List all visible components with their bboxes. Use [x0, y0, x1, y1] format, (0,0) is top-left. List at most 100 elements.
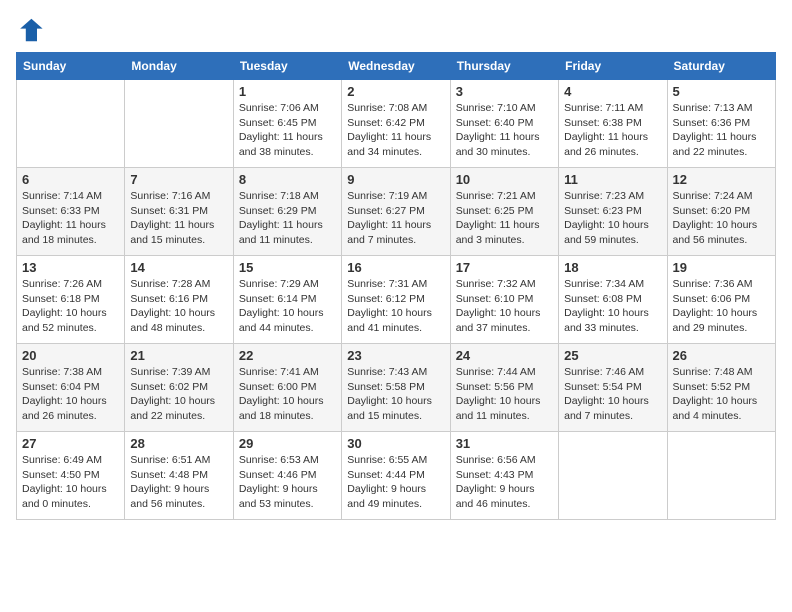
day-number: 29	[239, 436, 336, 451]
day-detail: Sunrise: 7:44 AM Sunset: 5:56 PM Dayligh…	[456, 365, 553, 424]
calendar-week-row: 6 Sunrise: 7:14 AM Sunset: 6:33 PM Daylig…	[17, 168, 776, 256]
col-header-wednesday: Wednesday	[342, 53, 450, 80]
calendar-week-row: 20 Sunrise: 7:38 AM Sunset: 6:04 PM Dayli…	[17, 344, 776, 432]
day-number: 3	[456, 84, 553, 99]
day-detail: Sunrise: 7:38 AM Sunset: 6:04 PM Dayligh…	[22, 365, 119, 424]
col-header-thursday: Thursday	[450, 53, 558, 80]
calendar-cell: 14 Sunrise: 7:28 AM Sunset: 6:16 PM Dayli…	[125, 256, 233, 344]
calendar-cell: 6 Sunrise: 7:14 AM Sunset: 6:33 PM Daylig…	[17, 168, 125, 256]
calendar-week-row: 27 Sunrise: 6:49 AM Sunset: 4:50 PM Dayli…	[17, 432, 776, 520]
col-header-saturday: Saturday	[667, 53, 775, 80]
day-number: 25	[564, 348, 661, 363]
day-detail: Sunrise: 7:16 AM Sunset: 6:31 PM Dayligh…	[130, 189, 227, 248]
calendar-cell: 26Sunrise: 7:48 AM Sunset: 5:52 PM Dayli…	[667, 344, 775, 432]
page-header	[16, 16, 776, 44]
day-detail: Sunrise: 7:48 AM Sunset: 5:52 PM Dayligh…	[673, 365, 770, 424]
day-detail: Sunrise: 7:41 AM Sunset: 6:00 PM Dayligh…	[239, 365, 336, 424]
calendar-table: SundayMondayTuesdayWednesdayThursdayFrid…	[16, 52, 776, 520]
calendar-cell: 31 Sunrise: 6:56 AM Sunset: 4:43 PM Dayli…	[450, 432, 558, 520]
col-header-tuesday: Tuesday	[233, 53, 341, 80]
logo	[16, 16, 48, 44]
day-detail: Sunrise: 7:34 AM Sunset: 6:08 PM Dayligh…	[564, 277, 661, 336]
calendar-cell: 30Sunrise: 6:55 AM Sunset: 4:44 PM Dayli…	[342, 432, 450, 520]
calendar-cell: 4 Sunrise: 7:11 AM Sunset: 6:38 PM Daylig…	[559, 80, 667, 168]
calendar-cell: 28 Sunrise: 6:51 AM Sunset: 4:48 PM Dayli…	[125, 432, 233, 520]
day-number: 19	[673, 260, 770, 275]
day-number: 14	[130, 260, 227, 275]
calendar-cell: 8Sunrise: 7:18 AM Sunset: 6:29 PM Daylig…	[233, 168, 341, 256]
day-number: 6	[22, 172, 119, 187]
day-detail: Sunrise: 7:31 AM Sunset: 6:12 PM Dayligh…	[347, 277, 444, 336]
day-number: 10	[456, 172, 553, 187]
calendar-cell: 21 Sunrise: 7:39 AM Sunset: 6:02 PM Dayli…	[125, 344, 233, 432]
day-number: 16	[347, 260, 444, 275]
day-number: 24	[456, 348, 553, 363]
calendar-cell	[125, 80, 233, 168]
day-detail: Sunrise: 7:29 AM Sunset: 6:14 PM Dayligh…	[239, 277, 336, 336]
day-detail: Sunrise: 7:21 AM Sunset: 6:25 PM Dayligh…	[456, 189, 553, 248]
day-number: 4	[564, 84, 661, 99]
day-number: 31	[456, 436, 553, 451]
calendar-cell	[17, 80, 125, 168]
calendar-cell: 9 Sunrise: 7:19 AM Sunset: 6:27 PM Daylig…	[342, 168, 450, 256]
calendar-cell: 11 Sunrise: 7:23 AM Sunset: 6:23 PM Dayli…	[559, 168, 667, 256]
calendar-cell: 1Sunrise: 7:06 AM Sunset: 6:45 PM Daylig…	[233, 80, 341, 168]
day-detail: Sunrise: 7:24 AM Sunset: 6:20 PM Dayligh…	[673, 189, 770, 248]
day-detail: Sunrise: 7:46 AM Sunset: 5:54 PM Dayligh…	[564, 365, 661, 424]
day-detail: Sunrise: 7:19 AM Sunset: 6:27 PM Dayligh…	[347, 189, 444, 248]
day-detail: Sunrise: 6:51 AM Sunset: 4:48 PM Dayligh…	[130, 453, 227, 512]
calendar-cell: 22Sunrise: 7:41 AM Sunset: 6:00 PM Dayli…	[233, 344, 341, 432]
calendar-cell: 3Sunrise: 7:10 AM Sunset: 6:40 PM Daylig…	[450, 80, 558, 168]
day-number: 13	[22, 260, 119, 275]
calendar-cell: 12 Sunrise: 7:24 AM Sunset: 6:20 PM Dayli…	[667, 168, 775, 256]
calendar-cell: 5 Sunrise: 7:13 AM Sunset: 6:36 PM Daylig…	[667, 80, 775, 168]
day-number: 17	[456, 260, 553, 275]
day-detail: Sunrise: 7:28 AM Sunset: 6:16 PM Dayligh…	[130, 277, 227, 336]
col-header-monday: Monday	[125, 53, 233, 80]
day-detail: Sunrise: 7:43 AM Sunset: 5:58 PM Dayligh…	[347, 365, 444, 424]
day-number: 27	[22, 436, 119, 451]
calendar-cell	[559, 432, 667, 520]
day-number: 8	[239, 172, 336, 187]
day-number: 9	[347, 172, 444, 187]
day-detail: Sunrise: 7:32 AM Sunset: 6:10 PM Dayligh…	[456, 277, 553, 336]
day-number: 28	[130, 436, 227, 451]
day-number: 5	[673, 84, 770, 99]
day-detail: Sunrise: 7:39 AM Sunset: 6:02 PM Dayligh…	[130, 365, 227, 424]
calendar-week-row: 1Sunrise: 7:06 AM Sunset: 6:45 PM Daylig…	[17, 80, 776, 168]
day-number: 30	[347, 436, 444, 451]
calendar-header-row: SundayMondayTuesdayWednesdayThursdayFrid…	[17, 53, 776, 80]
calendar-week-row: 13Sunrise: 7:26 AM Sunset: 6:18 PM Dayli…	[17, 256, 776, 344]
calendar-cell: 17 Sunrise: 7:32 AM Sunset: 6:10 PM Dayli…	[450, 256, 558, 344]
day-detail: Sunrise: 7:11 AM Sunset: 6:38 PM Dayligh…	[564, 101, 661, 160]
calendar-cell: 7 Sunrise: 7:16 AM Sunset: 6:31 PM Daylig…	[125, 168, 233, 256]
day-number: 7	[130, 172, 227, 187]
day-number: 11	[564, 172, 661, 187]
day-number: 18	[564, 260, 661, 275]
logo-icon	[16, 16, 44, 44]
calendar-cell: 24 Sunrise: 7:44 AM Sunset: 5:56 PM Dayli…	[450, 344, 558, 432]
day-number: 20	[22, 348, 119, 363]
calendar-cell: 15 Sunrise: 7:29 AM Sunset: 6:14 PM Dayli…	[233, 256, 341, 344]
calendar-cell: 13Sunrise: 7:26 AM Sunset: 6:18 PM Dayli…	[17, 256, 125, 344]
day-detail: Sunrise: 6:49 AM Sunset: 4:50 PM Dayligh…	[22, 453, 119, 512]
day-detail: Sunrise: 7:14 AM Sunset: 6:33 PM Dayligh…	[22, 189, 119, 248]
day-number: 21	[130, 348, 227, 363]
calendar-cell: 20 Sunrise: 7:38 AM Sunset: 6:04 PM Dayli…	[17, 344, 125, 432]
calendar-cell: 25 Sunrise: 7:46 AM Sunset: 5:54 PM Dayli…	[559, 344, 667, 432]
day-detail: Sunrise: 7:08 AM Sunset: 6:42 PM Dayligh…	[347, 101, 444, 160]
day-number: 15	[239, 260, 336, 275]
day-number: 12	[673, 172, 770, 187]
calendar-cell: 10 Sunrise: 7:21 AM Sunset: 6:25 PM Dayli…	[450, 168, 558, 256]
day-detail: Sunrise: 7:06 AM Sunset: 6:45 PM Dayligh…	[239, 101, 336, 160]
day-detail: Sunrise: 6:56 AM Sunset: 4:43 PM Dayligh…	[456, 453, 553, 512]
day-detail: Sunrise: 7:13 AM Sunset: 6:36 PM Dayligh…	[673, 101, 770, 160]
calendar-cell: 27 Sunrise: 6:49 AM Sunset: 4:50 PM Dayli…	[17, 432, 125, 520]
day-detail: Sunrise: 7:36 AM Sunset: 6:06 PM Dayligh…	[673, 277, 770, 336]
calendar-cell	[667, 432, 775, 520]
calendar-cell: 18 Sunrise: 7:34 AM Sunset: 6:08 PM Dayli…	[559, 256, 667, 344]
calendar-cell: 23Sunrise: 7:43 AM Sunset: 5:58 PM Dayli…	[342, 344, 450, 432]
day-detail: Sunrise: 7:23 AM Sunset: 6:23 PM Dayligh…	[564, 189, 661, 248]
day-number: 2	[347, 84, 444, 99]
calendar-cell: 29Sunrise: 6:53 AM Sunset: 4:46 PM Dayli…	[233, 432, 341, 520]
